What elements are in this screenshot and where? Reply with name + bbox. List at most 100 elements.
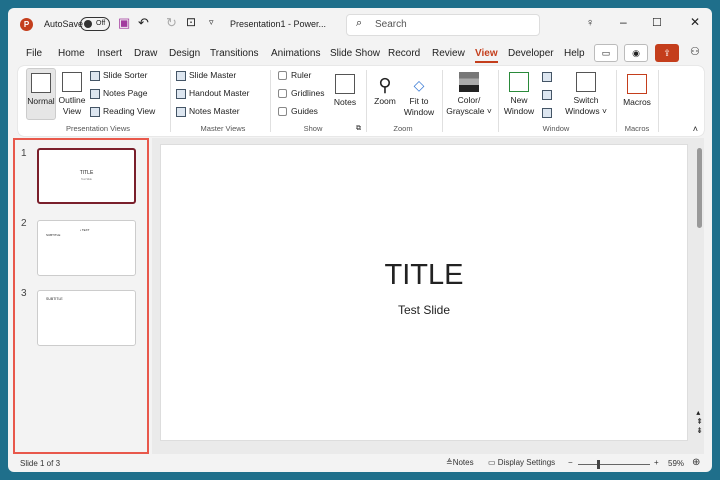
zoom-button[interactable]: ⚲ Zoom [372,74,398,107]
tab-help[interactable]: Help [564,48,585,59]
tab-review[interactable]: Review [432,48,465,59]
outline-view-icon [62,72,82,92]
slide-master-icon [176,70,186,81]
powerpoint-window: P AutoSave Off ▣ ↶ ↻ ⊡ ▿ Presentation1 -… [8,8,712,472]
divider [270,70,271,132]
grayscale-icon [459,72,479,92]
switch-windows-button[interactable]: Switch Windows ˅ [564,72,608,117]
vertical-scrollbar[interactable] [697,148,702,228]
move-split-icon[interactable] [542,108,552,118]
slide-sorter-button[interactable]: Slide Sorter [90,70,147,81]
slide-subtitle[interactable]: Test Slide [161,303,687,317]
tab-slide-show[interactable]: Slide Show [330,48,380,59]
slide-thumbnail-2[interactable]: SUBTITLE • TEXT [37,220,136,276]
zoom-level[interactable]: 59% [668,459,684,468]
display-settings-button[interactable]: ▭ Display Settings [488,458,555,467]
slide-number: 1 [21,148,27,159]
fit-window-icon: ◇ [413,77,425,93]
color-grayscale-button[interactable]: Color/ Grayscale ˅ [446,72,492,117]
display-icon: ▭ [488,458,498,467]
fit-to-window-button[interactable]: ◇ Fit to Window [402,74,436,118]
close-button[interactable]: ✕ [690,15,700,29]
tab-home[interactable]: Home [58,48,85,59]
powerpoint-logo: P [20,18,33,31]
save-icon[interactable]: ▣ [118,15,130,31]
notes-page-icon [90,88,100,99]
notes-icon: ≜ [446,458,453,467]
status-bar: Slide 1 of 3 ≜Notes ▭ Display Settings −… [8,456,712,472]
zoom-slider-thumb[interactable] [596,460,600,469]
ribbon-tabs: File Home Insert Draw Design Transitions… [8,44,712,64]
arrange-all-icon[interactable] [542,72,552,82]
slide-master-button[interactable]: Slide Master [176,70,236,81]
switch-windows-label: Switch Windows [565,95,600,116]
slide-thumbnail-1[interactable]: TITLE Test Slide [37,148,136,204]
autosave-toggle[interactable]: Off [80,17,110,31]
macros-label: Macros [623,97,651,107]
redo-icon[interactable]: ↻ [166,15,177,31]
normal-view-button[interactable]: Normal [26,68,56,120]
cascade-icon[interactable] [542,90,552,100]
share-button[interactable]: ⇪ [655,44,679,62]
reading-view-label: Reading View [103,106,156,116]
slide-thumbnail-3[interactable]: SUBTITLE [37,290,136,346]
divider [498,70,499,132]
zoom-out-button[interactable]: − [568,458,573,467]
tab-developer[interactable]: Developer [508,48,554,59]
group-label-presentation-views: Presentation Views [65,124,131,133]
ruler-checkbox[interactable]: Ruler [278,70,311,81]
tab-view[interactable]: View [475,48,498,63]
outline-label: Outline View [58,95,86,116]
slide-master-label: Slide Master [189,70,237,80]
comments-button[interactable]: ▭ [594,44,618,62]
undo-icon[interactable]: ↶ [138,15,149,31]
notes-status-label: Notes [452,458,474,467]
reading-view-button[interactable]: Reading View [90,106,155,117]
tab-design[interactable]: Design [169,48,200,59]
notes-page-button[interactable]: Notes Page [90,88,147,99]
color-grayscale-label: Color/ Grayscale [446,95,485,116]
prev-next-slide-icons[interactable]: ▴ ⇞ ⇟ [696,408,703,435]
fit-label: Fit to Window [403,96,435,117]
slide-sorter-label: Slide Sorter [103,70,148,80]
magnifier-icon: ⚲ [378,75,392,95]
zoom-slider[interactable] [578,460,650,469]
group-label-macros: Macros [624,124,650,133]
slide-title[interactable]: TITLE [161,259,687,292]
coauthor-icon[interactable]: ⚇ [690,45,700,58]
dialog-launcher-icon[interactable]: ⧉ [356,125,361,133]
group-label-show: Show [303,124,323,133]
new-window-button[interactable]: New Window [502,72,536,117]
tab-file[interactable]: File [26,48,42,59]
outline-view-button[interactable]: Outline View [58,72,86,117]
tab-animations[interactable]: Animations [271,48,320,59]
search-input[interactable]: Search [346,14,540,36]
tab-record[interactable]: Record [388,48,420,59]
zoom-in-button[interactable]: + [654,458,659,467]
minimize-button[interactable]: – [620,15,627,29]
notes-icon [335,74,355,94]
notes-toggle[interactable]: ≜Notes [446,458,474,467]
record-button[interactable]: ◉ [624,44,648,62]
guides-checkbox[interactable]: Guides [278,106,318,117]
notes-button[interactable]: Notes [332,74,358,108]
present-icon[interactable]: ⊡ [186,15,196,29]
lightbulb-icon[interactable]: ♀ [586,17,594,29]
tab-draw[interactable]: Draw [134,48,157,59]
collapse-ribbon-icon[interactable]: ˄ [693,124,698,134]
fit-slide-icon[interactable]: ⊕ [692,457,700,468]
thumb-bullet: • TEXT [80,228,90,232]
macros-button[interactable]: Macros [620,74,654,108]
maximize-button[interactable]: ☐ [652,16,662,29]
current-slide[interactable]: TITLE Test Slide [160,144,688,441]
handout-master-button[interactable]: Handout Master [176,88,249,99]
thumb-subtitle: Test Slide [81,178,92,181]
tab-transitions[interactable]: Transitions [210,48,259,59]
title-bar: P AutoSave Off ▣ ↶ ↻ ⊡ ▿ Presentation1 -… [8,8,712,40]
divider [366,70,367,132]
tab-insert[interactable]: Insert [97,48,122,59]
divider [658,70,659,132]
notes-master-button[interactable]: Notes Master [176,106,240,117]
customize-qat-icon[interactable]: ▿ [209,17,214,28]
gridlines-checkbox[interactable]: Gridlines [278,88,325,99]
